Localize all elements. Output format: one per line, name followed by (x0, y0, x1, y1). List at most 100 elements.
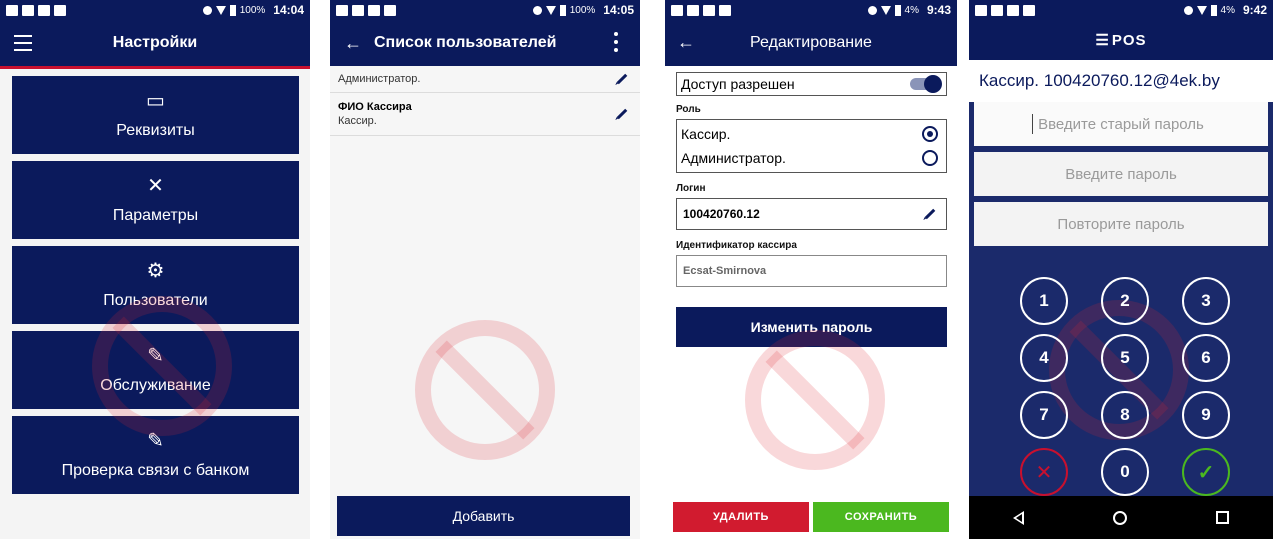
key-3[interactable]: 3 (1182, 277, 1230, 325)
screenshot-collage: 100% 14:04 Настройки ▭ Реквизиты ✕ Парам… (0, 0, 1273, 539)
numeric-keypad: 1 2 3 4 5 6 7 8 9 ✕ 0 ✓ (1020, 277, 1230, 505)
notification-icon (384, 4, 396, 16)
access-toggle[interactable] (910, 75, 942, 93)
key-0[interactable]: 0 (1101, 448, 1149, 496)
users-gear-icon: ⚙ (146, 260, 165, 282)
role-label: Роль (676, 104, 701, 115)
cashier-id-field[interactable]: Ecsat-Smirnova (676, 255, 947, 287)
status-bar: 4% 9:43 (665, 0, 957, 20)
back-arrow-icon[interactable]: ← (344, 33, 362, 54)
repeat-password-input[interactable]: Повторите пароль (974, 202, 1268, 246)
notification-icon (38, 4, 50, 16)
battery-icon (559, 4, 566, 16)
text-cursor (1032, 114, 1033, 134)
tile-bank-connection-check[interactable]: ✎ Проверка связи с банком (12, 416, 299, 494)
notification-icon (1023, 4, 1035, 16)
save-button[interactable]: СОХРАНИТЬ (813, 502, 949, 532)
add-user-button[interactable]: Добавить (337, 496, 630, 536)
radio-unchecked-icon[interactable] (922, 150, 938, 166)
tile-label: Пользователи (103, 292, 208, 309)
cashier-id-value: Ecsat-Smirnova (683, 265, 767, 277)
battery-icon (894, 4, 901, 16)
overflow-menu-icon[interactable] (614, 32, 618, 52)
key-7[interactable]: 7 (1020, 391, 1068, 439)
battery-level: 100% (569, 4, 596, 16)
access-row: Доступ разрешен (676, 72, 947, 96)
radio-checked-icon[interactable] (922, 126, 938, 142)
list-item[interactable]: ФИО Кассира Кассир. (330, 93, 640, 136)
wifi-icon (880, 5, 891, 15)
change-password-screen: 4% 9:42 ☰ POS Кассир. 100420760.12@4ek.b… (969, 0, 1273, 539)
wrench-icon: ✎ (147, 430, 164, 452)
key-9[interactable]: 9 (1182, 391, 1230, 439)
settings-tiles: ▭ Реквизиты ✕ Параметры ⚙ Пользователи ✎… (0, 69, 310, 494)
key-4[interactable]: 4 (1020, 334, 1068, 382)
nav-home-icon[interactable] (1112, 510, 1127, 525)
user-name: ФИО Кассира (338, 101, 412, 113)
old-password-placeholder: Введите старый пароль (1038, 115, 1204, 133)
edit-user-screen: 4% 9:43 ← Редактирование Доступ разрешен… (665, 0, 957, 539)
user-list: Администратор. ФИО Кассира Кассир. (330, 66, 640, 136)
app-bar: ← Редактирование (665, 20, 957, 66)
hamburger-menu-icon[interactable] (14, 35, 32, 51)
repeat-password-placeholder: Повторите пароль (1057, 215, 1185, 233)
tile-users[interactable]: ⚙ Пользователи (12, 246, 299, 324)
delete-button[interactable]: УДАЛИТЬ (673, 502, 809, 532)
key-8[interactable]: 8 (1101, 391, 1149, 439)
login-field[interactable]: 100420760.12 (676, 198, 947, 230)
list-item[interactable]: Администратор. (330, 66, 640, 93)
key-1[interactable]: 1 (1020, 277, 1068, 325)
tools-icon: ✕ (147, 175, 164, 197)
epos-logo-icon: ☰ (1095, 32, 1110, 49)
key-5[interactable]: 5 (1101, 334, 1149, 382)
role-option-cashier[interactable]: Кассир. (681, 122, 942, 146)
nav-recents-icon[interactable] (1215, 511, 1229, 524)
settings-screen: 100% 14:04 Настройки ▭ Реквизиты ✕ Парам… (0, 0, 310, 539)
notification-icon (671, 4, 683, 16)
battery-level: 100% (239, 4, 266, 16)
edit-form: Доступ разрешен Роль Кассир. Администрат… (665, 66, 957, 347)
back-arrow-icon[interactable]: ← (677, 32, 695, 53)
battery-icon (229, 4, 236, 16)
cashier-login-line: Кассир. 100420760.12@4ek.by (969, 60, 1273, 102)
wifi-icon (545, 5, 556, 15)
role-option-admin[interactable]: Администратор. (681, 146, 942, 170)
app-bar: ← Список пользователей (330, 20, 640, 66)
old-password-input[interactable]: Введите старый пароль (974, 102, 1268, 146)
clock: 9:42 (1242, 3, 1267, 17)
tile-label: Обслуживание (100, 377, 211, 394)
app-bar: Настройки (0, 20, 310, 66)
status-bar: 100% 14:05 (330, 0, 640, 20)
monitor-settings-icon: ▭ (146, 90, 165, 112)
key-2[interactable]: 2 (1101, 277, 1149, 325)
new-password-input[interactable]: Введите пароль (974, 152, 1268, 196)
bluetooth-icon (532, 5, 542, 15)
notification-icon (336, 4, 348, 16)
notification-icon (975, 4, 987, 16)
page-title: Редактирование (750, 34, 872, 51)
tile-parameters[interactable]: ✕ Параметры (12, 161, 299, 239)
tile-requisites[interactable]: ▭ Реквизиты (12, 76, 299, 154)
notification-icon (687, 4, 699, 16)
brand-logo-text: POS (1111, 31, 1147, 49)
watermark-prohibited-icon (415, 320, 555, 460)
watermark-prohibited-icon (745, 330, 885, 470)
change-password-button[interactable]: Изменить пароль (676, 307, 947, 347)
wifi-icon (1196, 5, 1207, 15)
notification-icon (719, 4, 731, 16)
wifi-icon (215, 5, 226, 15)
nav-back-icon[interactable] (1013, 510, 1025, 525)
key-6[interactable]: 6 (1182, 334, 1230, 382)
tile-maintenance[interactable]: ✎ Обслуживание (12, 331, 299, 409)
clear-x-icon[interactable]: ✕ (1020, 448, 1068, 496)
cashier-id-label: Идентификатор кассира (676, 240, 797, 251)
notification-icon (368, 4, 380, 16)
tile-label: Параметры (112, 207, 199, 224)
edit-pencil-icon[interactable] (924, 208, 936, 220)
notification-icon (352, 4, 364, 16)
notification-icon (6, 4, 18, 16)
notification-icon (991, 4, 1003, 16)
system-nav-bar (969, 496, 1273, 539)
bluetooth-icon (202, 5, 212, 15)
confirm-check-icon[interactable]: ✓ (1182, 448, 1230, 496)
